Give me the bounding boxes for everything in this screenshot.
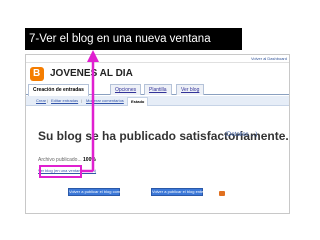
main-tabs: Creación de entradas Opciones Plantilla … <box>26 83 289 96</box>
tab-template[interactable]: Plantilla <box>144 84 172 95</box>
archive-progress: 100% <box>83 157 96 163</box>
subtab-moderate-comments[interactable]: Moderar comentarios <box>86 98 124 104</box>
separator: | <box>47 98 49 103</box>
archive-label: Archivo publicado... <box>38 157 82 163</box>
blogger-screenshot: Volver al Dashboard JOVENES AL DIA Creac… <box>25 54 290 214</box>
archive-status: Archivo publicado... 100% <box>38 157 96 163</box>
subtab-edit-posts[interactable]: Editar entradas <box>51 98 78 104</box>
tab-view-blog[interactable]: Ver blog <box>176 84 205 95</box>
blogger-logo-icon <box>30 67 44 81</box>
blog-title: JOVENES AL DIA <box>50 68 133 79</box>
tab-posting[interactable]: Creación de entradas <box>28 84 89 96</box>
sub-tabs: Crear | Editar entradas | Moderar coment… <box>26 96 289 106</box>
help-icon[interactable] <box>219 191 225 196</box>
separator: | <box>81 98 83 103</box>
caption-banner: 7-Ver el blog en una nueva ventana <box>25 28 242 50</box>
subtab-create[interactable]: Crear <box>36 98 46 104</box>
dashboard-link[interactable]: Volver al Dashboard <box>251 56 287 61</box>
caption-text: 7-Ver el blog en una nueva ventana <box>29 33 211 45</box>
republish-full-blog-button[interactable]: Volver a publicar el blog completo <box>68 188 129 196</box>
republish-entire-blog-button[interactable]: Volver a publicar el blog entero <box>151 188 207 196</box>
tab-settings[interactable]: Opciones <box>110 84 142 95</box>
subtab-status[interactable]: Estado <box>127 97 149 106</box>
top-bar: Volver al Dashboard <box>26 55 289 63</box>
details-link[interactable]: (Detalles ...) <box>225 132 257 139</box>
highlight-box <box>39 165 82 178</box>
